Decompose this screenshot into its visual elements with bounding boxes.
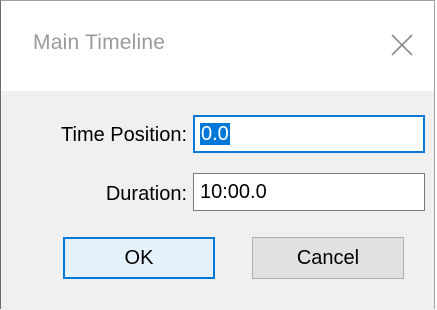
close-icon bbox=[391, 34, 413, 56]
dialog-body: Time Position: 0.0 Duration: 10:00.0 OK … bbox=[1, 91, 434, 310]
main-timeline-dialog: Main Timeline Time Position: 0.0 Duratio… bbox=[0, 0, 435, 310]
time-position-input[interactable]: 0.0 bbox=[193, 115, 425, 153]
time-position-label: Time Position: bbox=[61, 124, 187, 146]
close-button[interactable] bbox=[384, 27, 420, 63]
duration-label: Duration: bbox=[105, 183, 187, 205]
time-position-value: 0.0 bbox=[200, 123, 230, 145]
title-bar[interactable]: Main Timeline bbox=[1, 1, 434, 91]
duration-input[interactable]: 10:00.0 bbox=[193, 173, 425, 211]
ok-button[interactable]: OK bbox=[63, 237, 215, 279]
dialog-title: Main Timeline bbox=[33, 31, 166, 54]
cancel-button[interactable]: Cancel bbox=[252, 237, 404, 279]
duration-value: 10:00.0 bbox=[200, 181, 267, 203]
